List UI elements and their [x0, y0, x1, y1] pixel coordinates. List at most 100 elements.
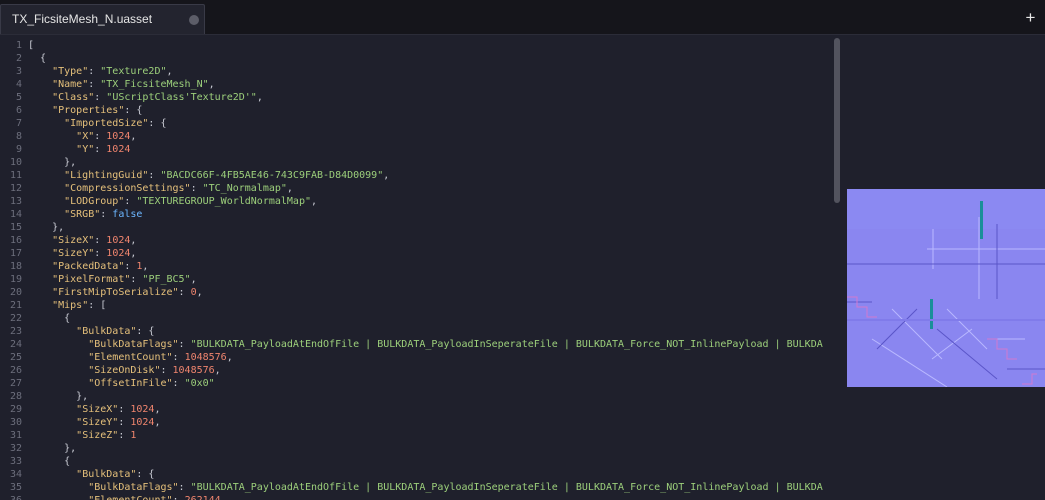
code-token: :: [118, 404, 131, 415]
code-token: "SizeOnDisk": [88, 365, 161, 376]
code-token: :: [94, 248, 107, 259]
code-token: :: [118, 430, 131, 441]
code-token: {: [28, 53, 47, 64]
line-number: 25: [9, 352, 22, 363]
code-token: :: [94, 131, 107, 142]
code-token: :: [178, 287, 191, 298]
code-token: :: [124, 196, 137, 207]
tab-bar: TX_FicsiteMesh_N.uasset +: [0, 0, 1045, 35]
code-token: ,: [142, 261, 149, 272]
code-token: "LightingGuid": [64, 170, 149, 181]
code-line: 25 "ElementCount": 1048576,: [0, 351, 830, 364]
line-number: 11: [9, 170, 22, 181]
line-number: 3: [15, 66, 22, 77]
code-token: },: [28, 443, 77, 454]
code-line: 21 "Mips": [: [0, 299, 830, 312]
line-number: 28: [9, 391, 22, 402]
code-token: "BULKDATA_PayloadAtEndOfFile | BULKDATA_…: [190, 339, 823, 350]
code-token: ,: [190, 274, 197, 285]
code-token: :: [88, 66, 101, 77]
line-number: 22: [9, 313, 22, 324]
line-number: 36: [0, 494, 22, 500]
code-line: 3 "Type": "Texture2D",: [0, 65, 830, 78]
code-line: 26 "SizeOnDisk": 1048576,: [0, 364, 830, 377]
line-number: 20: [9, 287, 22, 298]
code-line: 7 "ImportedSize": {: [0, 117, 830, 130]
texture-preview: [847, 189, 1045, 387]
code-token: 1024: [106, 144, 131, 155]
code-token: : {: [124, 105, 143, 116]
code-token: "OffsetInFile": [88, 378, 173, 389]
code-token: ,: [208, 79, 215, 90]
new-tab-button[interactable]: +: [1016, 8, 1045, 30]
code-token: ,: [166, 66, 173, 77]
code-token: :: [172, 352, 185, 363]
tab-file[interactable]: TX_FicsiteMesh_N.uasset: [0, 4, 205, 34]
normal-map-image: [847, 189, 1045, 387]
line-number: 10: [9, 157, 22, 168]
line-number: 16: [9, 235, 22, 246]
line-number: 29: [9, 404, 22, 415]
code-line: 14 "SRGB": false: [0, 208, 830, 221]
line-number: 30: [9, 417, 22, 428]
code-line: 23 "BulkData": {: [0, 325, 830, 338]
code-token: "Name": [52, 79, 89, 90]
code-line: 6 "Properties": {: [0, 104, 830, 117]
code-line: 27 "OffsetInFile": "0x0": [0, 377, 830, 390]
code-token: :: [178, 339, 191, 350]
line-number: 17: [9, 248, 22, 259]
code-token: "SizeY": [52, 248, 95, 259]
code-token: "SizeY": [76, 417, 119, 428]
line-number: 4: [15, 79, 22, 90]
code-token: [: [28, 40, 35, 51]
line-number: 9: [15, 144, 22, 155]
code-line: 13 "LODGroup": "TEXTUREGROUP_WorldNormal…: [0, 195, 830, 208]
line-number: 34: [9, 469, 22, 480]
code-line: 22 {: [0, 312, 830, 325]
code-token: 262144: [185, 495, 221, 500]
code-line: 29 "SizeX": 1024,: [0, 403, 830, 416]
code-line: 18 "PackedData": 1,: [0, 260, 830, 273]
line-number: 27: [9, 378, 22, 389]
code-line: 30 "SizeY": 1024,: [0, 416, 830, 429]
code-token: ,: [154, 404, 161, 415]
code-token: 1024: [106, 131, 131, 142]
code-token: "TC_Normalmap": [202, 183, 287, 194]
code-line: 12 "CompressionSettings": "TC_Normalmap"…: [0, 182, 830, 195]
vertical-scrollbar[interactable]: [834, 38, 840, 203]
code-line: 16 "SizeX": 1024,: [0, 234, 830, 247]
code-token: "FirstMipToSerialize": [52, 287, 179, 298]
code-line: 36 "ElementCount": 262144,: [0, 494, 830, 500]
code-line: 31 "SizeZ": 1: [0, 429, 830, 442]
code-token: "BulkDataFlags": [88, 339, 179, 350]
close-tab-icon[interactable]: [189, 15, 199, 25]
code-line: 24 "BulkDataFlags": "BULKDATA_PayloadAtE…: [0, 338, 830, 351]
line-number: 35: [9, 482, 22, 493]
code-token: {: [28, 313, 71, 324]
code-token: 1048576: [184, 352, 227, 363]
code-token: "0x0": [184, 378, 215, 389]
code-token: "PixelFormat": [52, 274, 131, 285]
code-token: ,: [221, 495, 227, 500]
line-number: 12: [9, 183, 22, 194]
line-number: 15: [9, 222, 22, 233]
line-number: 7: [15, 118, 22, 129]
code-token: ,: [214, 365, 221, 376]
code-line: 10 },: [0, 156, 830, 169]
